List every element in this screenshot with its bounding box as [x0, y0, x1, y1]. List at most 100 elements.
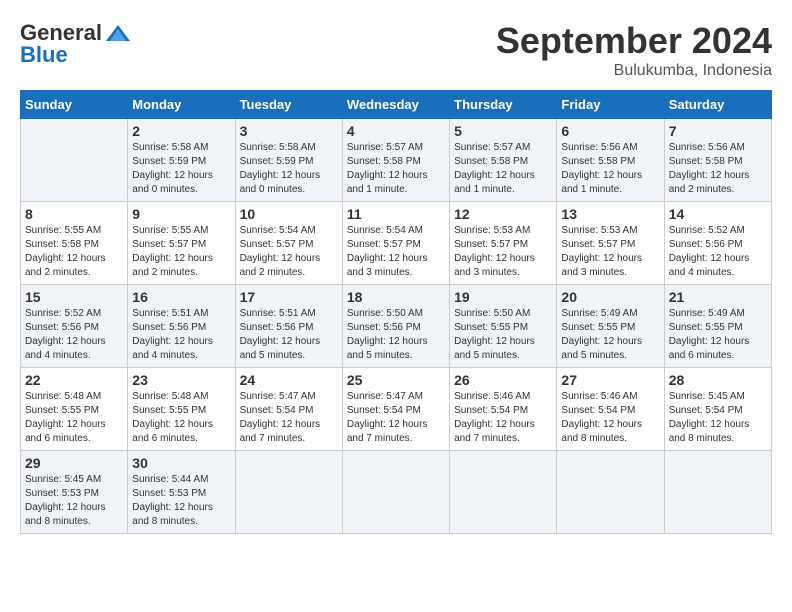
day-info: Sunrise: 5:55 AM Sunset: 5:57 PM Dayligh… — [132, 224, 230, 280]
col-wednesday: Wednesday — [342, 91, 449, 119]
calendar: Sunday Monday Tuesday Wednesday Thursday… — [20, 90, 772, 534]
day-number: 15 — [25, 289, 123, 305]
day-number: 5 — [454, 123, 552, 139]
day-number: 20 — [561, 289, 659, 305]
title-block: September 2024 Bulukumba, Indonesia — [496, 20, 772, 80]
day-number: 12 — [454, 206, 552, 222]
day-number: 23 — [132, 372, 230, 388]
table-row: 16 Sunrise: 5:51 AM Sunset: 5:56 PM Dayl… — [128, 285, 235, 368]
day-number: 3 — [240, 123, 338, 139]
day-info: Sunrise: 5:56 AM Sunset: 5:58 PM Dayligh… — [669, 141, 767, 197]
table-row: 27 Sunrise: 5:46 AM Sunset: 5:54 PM Dayl… — [557, 368, 664, 451]
day-number: 19 — [454, 289, 552, 305]
day-info: Sunrise: 5:53 AM Sunset: 5:57 PM Dayligh… — [561, 224, 659, 280]
day-info: Sunrise: 5:49 AM Sunset: 5:55 PM Dayligh… — [669, 307, 767, 363]
location: Bulukumba, Indonesia — [496, 62, 772, 80]
day-number: 10 — [240, 206, 338, 222]
calendar-week-row: 15 Sunrise: 5:52 AM Sunset: 5:56 PM Dayl… — [21, 285, 772, 368]
table-row — [450, 451, 557, 534]
day-info: Sunrise: 5:50 AM Sunset: 5:55 PM Dayligh… — [454, 307, 552, 363]
day-info: Sunrise: 5:50 AM Sunset: 5:56 PM Dayligh… — [347, 307, 445, 363]
day-info: Sunrise: 5:49 AM Sunset: 5:55 PM Dayligh… — [561, 307, 659, 363]
day-number: 13 — [561, 206, 659, 222]
day-info: Sunrise: 5:55 AM Sunset: 5:58 PM Dayligh… — [25, 224, 123, 280]
table-row: 18 Sunrise: 5:50 AM Sunset: 5:56 PM Dayl… — [342, 285, 449, 368]
table-row — [342, 451, 449, 534]
table-row: 6 Sunrise: 5:56 AM Sunset: 5:58 PM Dayli… — [557, 119, 664, 202]
day-info: Sunrise: 5:46 AM Sunset: 5:54 PM Dayligh… — [454, 390, 552, 446]
table-row — [235, 451, 342, 534]
day-number: 26 — [454, 372, 552, 388]
table-row: 25 Sunrise: 5:47 AM Sunset: 5:54 PM Dayl… — [342, 368, 449, 451]
day-info: Sunrise: 5:52 AM Sunset: 5:56 PM Dayligh… — [25, 307, 123, 363]
table-row: 3 Sunrise: 5:58 AM Sunset: 5:59 PM Dayli… — [235, 119, 342, 202]
day-number: 7 — [669, 123, 767, 139]
day-info: Sunrise: 5:47 AM Sunset: 5:54 PM Dayligh… — [347, 390, 445, 446]
day-number: 25 — [347, 372, 445, 388]
day-number: 22 — [25, 372, 123, 388]
day-info: Sunrise: 5:58 AM Sunset: 5:59 PM Dayligh… — [240, 141, 338, 197]
table-row: 17 Sunrise: 5:51 AM Sunset: 5:56 PM Dayl… — [235, 285, 342, 368]
day-number: 29 — [25, 455, 123, 471]
col-thursday: Thursday — [450, 91, 557, 119]
table-row: 24 Sunrise: 5:47 AM Sunset: 5:54 PM Dayl… — [235, 368, 342, 451]
calendar-week-row: 22 Sunrise: 5:48 AM Sunset: 5:55 PM Dayl… — [21, 368, 772, 451]
day-number: 8 — [25, 206, 123, 222]
table-row: 29 Sunrise: 5:45 AM Sunset: 5:53 PM Dayl… — [21, 451, 128, 534]
table-row — [557, 451, 664, 534]
day-number: 17 — [240, 289, 338, 305]
day-number: 2 — [132, 123, 230, 139]
day-number: 11 — [347, 206, 445, 222]
day-info: Sunrise: 5:53 AM Sunset: 5:57 PM Dayligh… — [454, 224, 552, 280]
logo-blue: Blue — [20, 42, 68, 68]
table-row: 21 Sunrise: 5:49 AM Sunset: 5:55 PM Dayl… — [664, 285, 771, 368]
day-info: Sunrise: 5:57 AM Sunset: 5:58 PM Dayligh… — [454, 141, 552, 197]
day-info: Sunrise: 5:52 AM Sunset: 5:56 PM Dayligh… — [669, 224, 767, 280]
day-number: 4 — [347, 123, 445, 139]
table-row: 12 Sunrise: 5:53 AM Sunset: 5:57 PM Dayl… — [450, 202, 557, 285]
day-info: Sunrise: 5:51 AM Sunset: 5:56 PM Dayligh… — [132, 307, 230, 363]
day-info: Sunrise: 5:51 AM Sunset: 5:56 PM Dayligh… — [240, 307, 338, 363]
day-info: Sunrise: 5:48 AM Sunset: 5:55 PM Dayligh… — [25, 390, 123, 446]
day-info: Sunrise: 5:54 AM Sunset: 5:57 PM Dayligh… — [240, 224, 338, 280]
table-row: 7 Sunrise: 5:56 AM Sunset: 5:58 PM Dayli… — [664, 119, 771, 202]
col-sunday: Sunday — [21, 91, 128, 119]
table-row: 22 Sunrise: 5:48 AM Sunset: 5:55 PM Dayl… — [21, 368, 128, 451]
day-info: Sunrise: 5:44 AM Sunset: 5:53 PM Dayligh… — [132, 473, 230, 529]
table-row: 20 Sunrise: 5:49 AM Sunset: 5:55 PM Dayl… — [557, 285, 664, 368]
day-number: 6 — [561, 123, 659, 139]
day-number: 28 — [669, 372, 767, 388]
calendar-week-row: 29 Sunrise: 5:45 AM Sunset: 5:53 PM Dayl… — [21, 451, 772, 534]
day-number: 30 — [132, 455, 230, 471]
calendar-header-row: Sunday Monday Tuesday Wednesday Thursday… — [21, 91, 772, 119]
table-row: 11 Sunrise: 5:54 AM Sunset: 5:57 PM Dayl… — [342, 202, 449, 285]
col-friday: Friday — [557, 91, 664, 119]
day-info: Sunrise: 5:47 AM Sunset: 5:54 PM Dayligh… — [240, 390, 338, 446]
calendar-week-row: 2 Sunrise: 5:58 AM Sunset: 5:59 PM Dayli… — [21, 119, 772, 202]
day-number: 9 — [132, 206, 230, 222]
calendar-week-row: 8 Sunrise: 5:55 AM Sunset: 5:58 PM Dayli… — [21, 202, 772, 285]
table-row: 5 Sunrise: 5:57 AM Sunset: 5:58 PM Dayli… — [450, 119, 557, 202]
day-info: Sunrise: 5:54 AM Sunset: 5:57 PM Dayligh… — [347, 224, 445, 280]
table-row: 14 Sunrise: 5:52 AM Sunset: 5:56 PM Dayl… — [664, 202, 771, 285]
table-row: 2 Sunrise: 5:58 AM Sunset: 5:59 PM Dayli… — [128, 119, 235, 202]
table-row: 30 Sunrise: 5:44 AM Sunset: 5:53 PM Dayl… — [128, 451, 235, 534]
col-monday: Monday — [128, 91, 235, 119]
day-info: Sunrise: 5:58 AM Sunset: 5:59 PM Dayligh… — [132, 141, 230, 197]
day-info: Sunrise: 5:46 AM Sunset: 5:54 PM Dayligh… — [561, 390, 659, 446]
day-number: 21 — [669, 289, 767, 305]
table-row: 19 Sunrise: 5:50 AM Sunset: 5:55 PM Dayl… — [450, 285, 557, 368]
day-info: Sunrise: 5:45 AM Sunset: 5:53 PM Dayligh… — [25, 473, 123, 529]
table-row: 9 Sunrise: 5:55 AM Sunset: 5:57 PM Dayli… — [128, 202, 235, 285]
day-number: 14 — [669, 206, 767, 222]
table-row: 26 Sunrise: 5:46 AM Sunset: 5:54 PM Dayl… — [450, 368, 557, 451]
table-row — [664, 451, 771, 534]
col-saturday: Saturday — [664, 91, 771, 119]
table-row — [21, 119, 128, 202]
day-info: Sunrise: 5:56 AM Sunset: 5:58 PM Dayligh… — [561, 141, 659, 197]
month-title: September 2024 — [496, 20, 772, 62]
table-row: 23 Sunrise: 5:48 AM Sunset: 5:55 PM Dayl… — [128, 368, 235, 451]
table-row: 4 Sunrise: 5:57 AM Sunset: 5:58 PM Dayli… — [342, 119, 449, 202]
table-row: 15 Sunrise: 5:52 AM Sunset: 5:56 PM Dayl… — [21, 285, 128, 368]
table-row: 10 Sunrise: 5:54 AM Sunset: 5:57 PM Dayl… — [235, 202, 342, 285]
